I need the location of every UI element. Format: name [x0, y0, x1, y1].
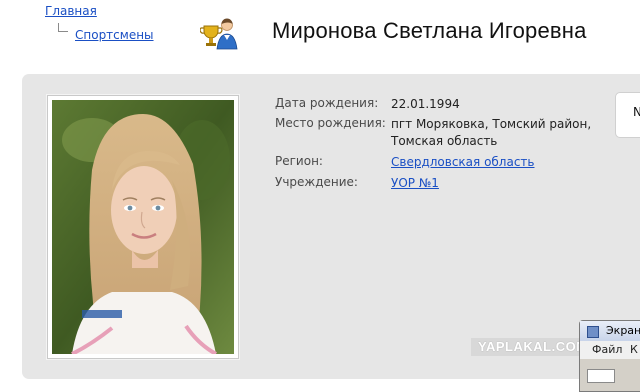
birthdate-value: 22.01.1994 — [391, 97, 460, 111]
breadcrumb-tree-connector — [58, 23, 68, 32]
page-title: Миронова Светлана Игоревна — [272, 18, 587, 43]
birthplace-value-line1: пгт Моряковка, Томский район, — [391, 117, 592, 131]
window-titlebar[interactable]: Экран — [580, 321, 640, 341]
menu-item-k[interactable]: К — [630, 343, 638, 356]
breadcrumb-athletes-link[interactable]: Спортсмены — [75, 28, 154, 42]
window-title: Экран — [606, 324, 640, 337]
side-info-box: N — [615, 92, 640, 138]
institution-label: Учреждение: — [275, 175, 358, 189]
window-app-icon — [587, 326, 599, 338]
overlay-window[interactable]: Экран Файл К — [579, 320, 640, 392]
side-box-text: N — [633, 105, 640, 119]
region-link[interactable]: Свердловская область — [391, 154, 535, 171]
menu-file[interactable]: Файл — [592, 343, 622, 356]
birthdate-label: Дата рождения: — [275, 96, 379, 110]
trophy-athlete-icon — [200, 18, 238, 50]
athlete-photo-frame — [47, 95, 239, 359]
birthplace-value-line2: Томская область — [391, 134, 498, 148]
birthplace-label: Место рождения: — [275, 116, 386, 130]
region-label: Регион: — [275, 154, 323, 168]
window-field[interactable] — [587, 369, 615, 383]
institution-link[interactable]: УОР №1 — [391, 175, 439, 192]
watermark-text: YAPLAKAL.COM — [478, 339, 588, 354]
window-menubar: Файл К — [580, 341, 640, 359]
breadcrumb-home-link[interactable]: Главная — [45, 4, 97, 18]
athlete-photo — [52, 100, 234, 354]
